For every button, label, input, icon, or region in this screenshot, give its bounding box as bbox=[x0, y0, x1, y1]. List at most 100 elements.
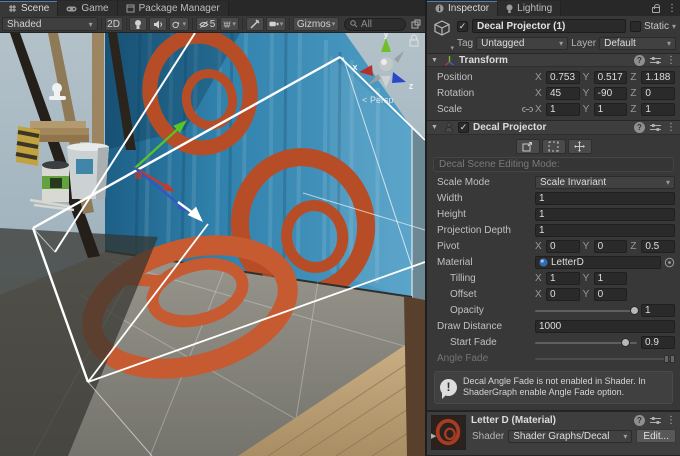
scale-tool-button[interactable] bbox=[516, 139, 540, 154]
tilling-x-field[interactable]: 1 bbox=[546, 272, 580, 285]
kebab-icon[interactable]: ⋮ bbox=[666, 55, 676, 66]
position-x-field[interactable]: 0.753 bbox=[546, 71, 580, 84]
component-tools-button[interactable] bbox=[246, 17, 264, 31]
opacity-field[interactable]: 1 bbox=[641, 304, 675, 317]
scale-z-field[interactable]: 1 bbox=[641, 103, 675, 116]
rotation-y-field[interactable]: -90 bbox=[594, 87, 628, 100]
tab-lighting-label: Lighting bbox=[517, 3, 552, 14]
static-checkbox[interactable] bbox=[630, 21, 641, 32]
opacity-slider-handle[interactable] bbox=[630, 306, 639, 315]
chevron-down-icon: ▾ bbox=[450, 44, 454, 52]
start-fade-slider-handle[interactable] bbox=[621, 338, 630, 347]
active-checkbox[interactable]: ✓ bbox=[457, 21, 468, 32]
layer-dropdown[interactable]: Default ▾ bbox=[599, 37, 676, 50]
transform-header[interactable]: ▼ Transform ? ⋮ bbox=[427, 53, 680, 67]
offset-label: Offset bbox=[432, 289, 535, 300]
shader-edit-button[interactable]: Edit... bbox=[636, 429, 676, 443]
projection-depth-field[interactable]: 1 bbox=[535, 224, 675, 237]
overlay-layout-button[interactable] bbox=[408, 17, 423, 32]
hidden-count-label: 5 bbox=[210, 19, 216, 30]
help-icon[interactable]: ? bbox=[634, 122, 645, 133]
presets-icon[interactable] bbox=[650, 123, 661, 132]
tab-inspector[interactable]: Inspector bbox=[427, 1, 498, 16]
presets-icon[interactable] bbox=[650, 416, 661, 425]
tilling-y-field[interactable]: 1 bbox=[594, 272, 628, 285]
scene-toolbar: Shaded ▾ 2D ▾ 5 ▾ bbox=[0, 16, 425, 33]
scale-y-field[interactable]: 1 bbox=[594, 103, 628, 116]
help-icon[interactable]: ? bbox=[634, 415, 645, 426]
rotation-z-field[interactable]: 0 bbox=[641, 87, 675, 100]
static-toggle[interactable]: Static ▾ bbox=[630, 21, 676, 32]
height-field[interactable]: 1 bbox=[535, 208, 675, 221]
persp-label[interactable]: Persp bbox=[370, 95, 394, 105]
kebab-icon[interactable]: ⋮ bbox=[666, 415, 676, 426]
foldout-icon[interactable]: ▶ bbox=[431, 432, 440, 440]
angle-fade-min-handle bbox=[664, 355, 669, 363]
width-row: Width 1 bbox=[432, 191, 675, 207]
tag-dropdown[interactable]: Untagged ▾ bbox=[476, 37, 568, 50]
shading-mode-dropdown[interactable]: Shaded ▾ bbox=[2, 17, 98, 31]
tab-scene[interactable]: Scene bbox=[0, 1, 58, 16]
chevron-down-icon: ▾ bbox=[232, 20, 236, 28]
pivot-z-field[interactable]: 0.5 bbox=[641, 240, 675, 253]
start-fade-label: Start Fade bbox=[432, 337, 535, 348]
link-scale-icon[interactable] bbox=[521, 106, 533, 113]
scene-camera-dropdown[interactable]: ▾ bbox=[266, 17, 286, 31]
grid-icon bbox=[223, 20, 231, 29]
foldout-icon[interactable]: ▼ bbox=[431, 57, 440, 64]
pivot-x-field[interactable]: 0 bbox=[546, 240, 580, 253]
tab-lighting[interactable]: Lighting bbox=[498, 1, 561, 16]
material-object-field[interactable]: LetterD bbox=[535, 256, 661, 269]
scale-mode-dropdown[interactable]: Scale Invariant ▾ bbox=[535, 176, 675, 189]
inspector-lock-button[interactable] bbox=[648, 1, 664, 16]
tools-icon bbox=[250, 19, 260, 29]
rotation-x-field[interactable]: 45 bbox=[546, 87, 580, 100]
start-fade-slider[interactable] bbox=[535, 342, 637, 344]
scene-lighting-toggle[interactable] bbox=[129, 17, 147, 31]
start-fade-field[interactable]: 0.9 bbox=[641, 336, 675, 349]
pivot-tool-button[interactable] bbox=[568, 139, 592, 154]
2d-label: 2D bbox=[107, 19, 120, 30]
2d-toggle-button[interactable]: 2D bbox=[105, 17, 123, 31]
tag-value: Untagged bbox=[481, 38, 524, 49]
scene-audio-toggle[interactable] bbox=[149, 17, 167, 31]
position-z-field[interactable]: 1.188 bbox=[641, 71, 675, 84]
pivot-y-field[interactable]: 0 bbox=[594, 240, 628, 253]
scale-x-field[interactable]: 1 bbox=[546, 103, 580, 116]
opacity-slider[interactable] bbox=[535, 310, 637, 312]
crop-tool-button[interactable] bbox=[542, 139, 566, 154]
gameobject-name-field[interactable]: Decal Projector (1) bbox=[472, 19, 626, 33]
scene-panel: Scene Game Package Manager Shaded ▾ 2D bbox=[0, 0, 425, 456]
grid-visibility-dropdown[interactable]: ▾ bbox=[220, 17, 239, 31]
foldout-icon[interactable]: ▼ bbox=[431, 124, 440, 131]
gameobject-header: ▾ ✓ Decal Projector (1) Static ▾ Tag Unt… bbox=[427, 16, 680, 53]
decal-projector-header[interactable]: ▼ ✓ Decal Projector ? ⋮ bbox=[427, 120, 680, 134]
chevron-down-icon: ▾ bbox=[555, 39, 563, 48]
scene-effects-dropdown[interactable]: ▾ bbox=[169, 17, 189, 31]
draw-distance-field[interactable]: 1000 bbox=[535, 320, 675, 333]
scene-search-input[interactable]: All bbox=[344, 18, 406, 31]
shader-dropdown[interactable]: Shader Graphs/Decal ▾ bbox=[508, 430, 632, 443]
component-enabled-checkbox[interactable]: ✓ bbox=[458, 122, 469, 133]
draw-distance-row: Draw Distance 1000 bbox=[432, 319, 675, 335]
object-picker-icon[interactable] bbox=[664, 257, 675, 268]
gameobject-icon-button[interactable]: ▾ bbox=[429, 19, 455, 50]
scene-viewport[interactable]: y x z < Persp bbox=[0, 33, 425, 456]
position-y-field[interactable]: 0.517 bbox=[594, 71, 628, 84]
presets-icon[interactable] bbox=[650, 56, 661, 65]
angle-fade-row: Angle Fade bbox=[432, 351, 675, 367]
scene-visibility-toggle[interactable]: 5 bbox=[196, 17, 218, 31]
tab-package-manager[interactable]: Package Manager bbox=[118, 1, 229, 16]
width-field[interactable]: 1 bbox=[535, 192, 675, 205]
inspector-menu-button[interactable]: ⋮ bbox=[664, 1, 680, 16]
gizmo-plane-handle[interactable] bbox=[135, 172, 142, 179]
offset-y-field[interactable]: 0 bbox=[594, 288, 628, 301]
help-icon[interactable]: ? bbox=[634, 55, 645, 66]
chevron-down-icon[interactable]: ▾ bbox=[672, 22, 676, 31]
draw-distance-label: Draw Distance bbox=[432, 321, 535, 332]
gizmos-dropdown[interactable]: Gizmos ▾ bbox=[293, 17, 339, 31]
warning-icon: ! bbox=[440, 379, 457, 396]
tab-game[interactable]: Game bbox=[58, 1, 117, 16]
kebab-icon[interactable]: ⋮ bbox=[666, 122, 676, 133]
offset-x-field[interactable]: 0 bbox=[546, 288, 580, 301]
